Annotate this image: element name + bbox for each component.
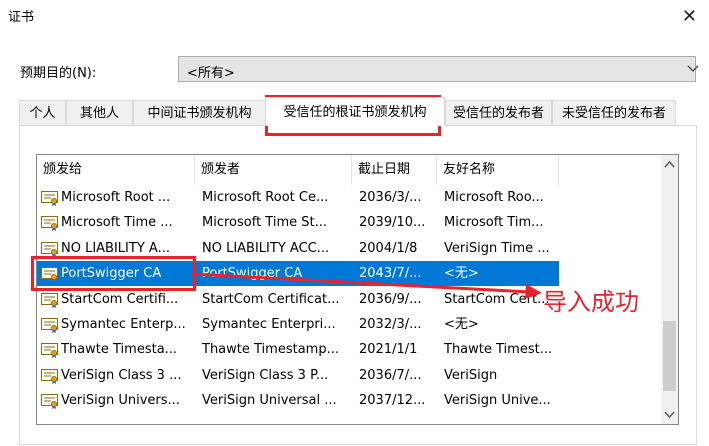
table-row[interactable]: VeriSign Univers... VeriSign Universal ..…	[37, 388, 559, 413]
table-cell: 2021/1/1	[359, 342, 418, 358]
certificate-icon	[41, 393, 59, 410]
tab-0[interactable]: 个人	[19, 100, 66, 125]
table-cell: VeriSign Time ...	[444, 240, 550, 256]
column-header[interactable]: 颁发者	[195, 155, 352, 185]
table-cell: 2036/7/...	[359, 367, 422, 383]
tab-2[interactable]: 中间证书颁发机构	[133, 100, 266, 125]
tab-1[interactable]: 其他人	[66, 100, 133, 125]
table-cell: Microsoft Time St...	[202, 215, 327, 231]
certificate-icon	[41, 241, 59, 257]
table-cell: VeriSign Unive...	[444, 393, 551, 409]
tab-5[interactable]: 未受信任的发布者	[552, 100, 676, 125]
purpose-selected-value: <所有>	[187, 66, 235, 81]
annotation-arrow	[191, 272, 542, 299]
scroll-down-icon[interactable]	[661, 406, 678, 423]
table-cell: Symantec Enterp...	[61, 317, 186, 332]
tab-3[interactable]: 受信任的根证书颁发机构	[265, 97, 445, 126]
table-cell: <无>	[444, 317, 479, 332]
table-cell: Microsoft Root Ce...	[202, 190, 329, 205]
certificate-icon	[41, 368, 59, 384]
table-cell: VeriSign Univers...	[61, 393, 180, 409]
table-cell: NO LIABILITY ACC...	[202, 240, 330, 256]
table-cell: VeriSign	[444, 367, 498, 383]
purpose-dropdown[interactable]: <所有>	[178, 56, 699, 82]
table-cell: Thawte Timesta...	[61, 342, 178, 358]
table-cell: 2036/3/...	[359, 190, 422, 205]
table-cell: 2039/10...	[359, 215, 426, 231]
highlight-portswigger-row	[31, 256, 196, 291]
certificate-icon	[41, 317, 59, 333]
table-cell: Symantec Enterpri...	[202, 317, 336, 332]
vertical-scrollbar[interactable]	[661, 155, 678, 424]
table-cell: VeriSign Universal ...	[202, 393, 337, 409]
certificate-icon	[41, 190, 59, 206]
close-button[interactable]: ✕	[682, 8, 697, 26]
annotation-text: 导入成功	[543, 288, 639, 316]
table-cell: Microsoft Roo...	[444, 190, 544, 205]
certificate-icon	[41, 292, 59, 308]
window-title: 证书	[8, 10, 35, 25]
purpose-label: 预期目的(N):	[20, 66, 97, 81]
table-cell: Thawte Timestamp...	[202, 342, 339, 358]
table-row[interactable]: Microsoft Time ... Microsoft Time St... 20…	[37, 210, 559, 235]
column-header[interactable]: 颁发给	[37, 155, 195, 185]
scroll-up-icon[interactable]	[661, 156, 678, 173]
certificate-icon	[41, 215, 59, 232]
table-cell: VeriSign Class 3 P...	[202, 367, 329, 383]
close-icon: ✕	[681, 6, 697, 27]
table-cell: Microsoft Tim...	[444, 215, 544, 231]
table-cell: 2004/1/8	[359, 240, 418, 256]
certificate-icon	[41, 342, 59, 359]
table-cell: 2032/3/...	[359, 317, 422, 332]
column-header[interactable]: 友好名称	[437, 155, 559, 185]
table-cell: 2037/12...	[359, 393, 426, 409]
table-row[interactable]: Microsoft Root ... Microsoft Root Ce... 20…	[37, 185, 559, 210]
list-header: 颁发给 颁发者 截止日期 友好名称	[37, 155, 678, 185]
table-cell: Microsoft Root ...	[61, 190, 171, 205]
column-header[interactable]: 截止日期	[352, 155, 437, 185]
table-row[interactable]: Symantec Enterp... Symantec Enterpri... 20…	[37, 312, 559, 337]
table-row[interactable]: VeriSign Class 3 ... VeriSign Class 3 P..…	[37, 363, 559, 388]
table-cell: VeriSign Class 3 ...	[61, 367, 182, 383]
tab-4[interactable]: 受信任的发布者	[445, 100, 552, 125]
table-cell: Microsoft Time ...	[61, 215, 173, 231]
scrollbar-thumb[interactable]	[663, 321, 676, 391]
table-cell: Thawte Timest...	[444, 342, 553, 358]
table-row[interactable]: Thawte Timesta... Thawte Timestamp... 2021…	[37, 337, 559, 362]
